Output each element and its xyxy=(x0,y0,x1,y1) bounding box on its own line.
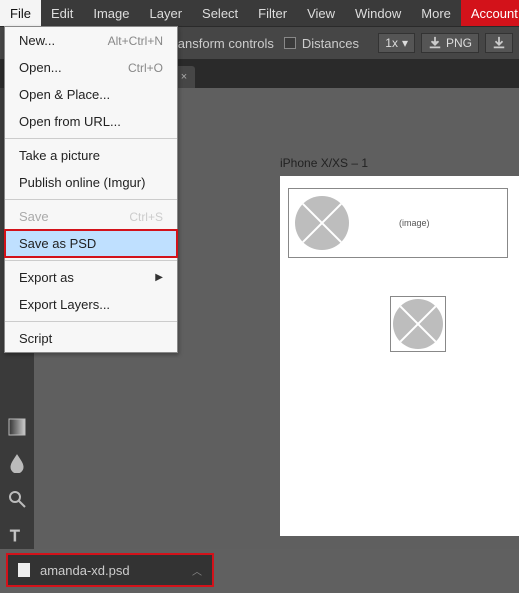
project-bar[interactable]: amanda-xd.psd ︿ xyxy=(6,553,214,587)
blur-tool-icon[interactable] xyxy=(4,450,30,476)
file-save: SaveCtrl+S xyxy=(5,203,177,230)
document-icon xyxy=(18,563,30,577)
menubar: File Edit Image Layer Select Filter View… xyxy=(0,0,519,26)
export-more-button[interactable] xyxy=(485,33,513,53)
menu-separator xyxy=(5,321,177,322)
artboard-name[interactable]: iPhone X/XS – 1 xyxy=(280,156,368,170)
account-button[interactable]: Account xyxy=(461,0,519,26)
image-placeholder-single[interactable] xyxy=(390,296,446,352)
menu-separator xyxy=(5,199,177,200)
menu-filter[interactable]: Filter xyxy=(248,0,297,26)
type-tool-icon[interactable]: T xyxy=(4,522,30,548)
image-placeholder-caption: (image) xyxy=(399,218,430,228)
zoom-tool-icon[interactable] xyxy=(4,486,30,512)
transform-controls-label: Transform controls xyxy=(166,36,274,51)
file-save-as-psd[interactable]: Save as PSD xyxy=(5,230,177,257)
distances-checkbox[interactable] xyxy=(284,37,296,49)
zoom-select[interactable]: 1x ▾ xyxy=(378,33,415,53)
image-placeholder-icon xyxy=(393,299,443,349)
submenu-caret-icon: ▶ xyxy=(155,272,163,283)
menu-separator xyxy=(5,260,177,261)
file-menu-dropdown: New...Alt+Ctrl+N Open...Ctrl+O Open & Pl… xyxy=(4,26,178,353)
distances-label: Distances xyxy=(302,36,359,51)
svg-text:T: T xyxy=(10,528,20,545)
menu-view[interactable]: View xyxy=(297,0,345,26)
menu-more[interactable]: More xyxy=(411,0,461,26)
file-export-layers[interactable]: Export Layers... xyxy=(5,291,177,318)
file-export-as[interactable]: Export as▶ xyxy=(5,264,177,291)
file-open-url[interactable]: Open from URL... xyxy=(5,108,177,135)
shortcut-label: Alt+Ctrl+N xyxy=(108,34,163,48)
menu-layer[interactable]: Layer xyxy=(140,0,193,26)
file-take-picture[interactable]: Take a picture xyxy=(5,142,177,169)
image-placeholder-group[interactable]: (image) xyxy=(288,188,508,258)
file-script[interactable]: Script xyxy=(5,325,177,352)
file-publish-imgur[interactable]: Publish online (Imgur) xyxy=(5,169,177,196)
menu-select[interactable]: Select xyxy=(192,0,248,26)
menu-window[interactable]: Window xyxy=(345,0,411,26)
menu-separator xyxy=(5,138,177,139)
image-placeholder-icon xyxy=(295,196,349,250)
download-icon xyxy=(428,36,442,50)
chevron-down-icon: ▾ xyxy=(402,36,408,50)
menu-edit[interactable]: Edit xyxy=(41,0,83,26)
file-open[interactable]: Open...Ctrl+O xyxy=(5,54,177,81)
gradient-tool-icon[interactable] xyxy=(4,414,30,440)
chevron-up-icon[interactable]: ︿ xyxy=(192,563,202,578)
project-filename: amanda-xd.psd xyxy=(40,563,130,578)
shortcut-label: Ctrl+S xyxy=(129,210,163,224)
download-icon xyxy=(492,36,506,50)
shortcut-label: Ctrl+O xyxy=(128,61,163,75)
export-png-button[interactable]: PNG xyxy=(421,33,479,53)
menu-file[interactable]: File xyxy=(0,0,41,26)
file-new[interactable]: New...Alt+Ctrl+N xyxy=(5,27,177,54)
menu-image[interactable]: Image xyxy=(83,0,139,26)
artboard[interactable]: (image) xyxy=(280,176,519,536)
close-icon[interactable]: × xyxy=(181,71,187,83)
file-open-place[interactable]: Open & Place... xyxy=(5,81,177,108)
